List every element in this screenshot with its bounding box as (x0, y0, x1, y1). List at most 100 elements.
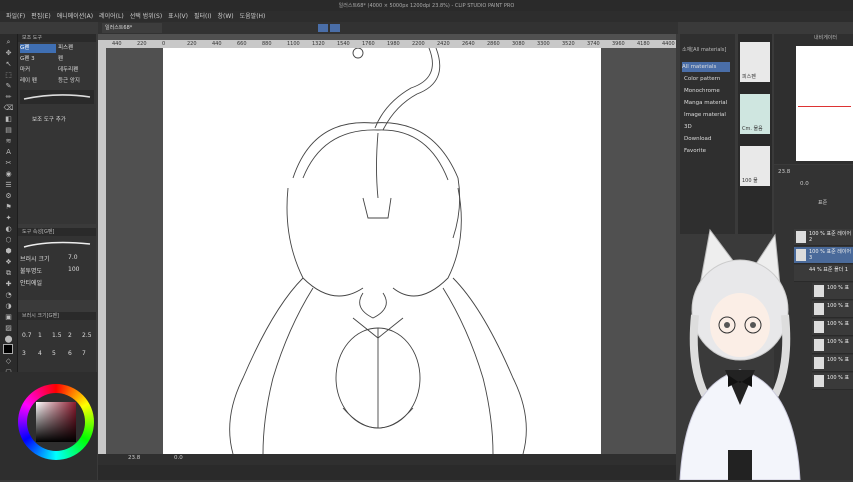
tool-icon[interactable]: ☰ (3, 181, 14, 190)
tool-icon[interactable]: ⧉ (3, 269, 14, 278)
navigator-header: 내비게이터 (814, 35, 838, 41)
angle-readout[interactable]: 0.0 (174, 455, 183, 461)
menu-item[interactable]: 필터(I) (194, 11, 212, 22)
ruler-mark: 880 (262, 41, 272, 47)
tool-icon[interactable]: ◑ (3, 302, 14, 311)
material-thumb-2[interactable]: Cm. 물음 (740, 94, 770, 134)
subtool-pispen[interactable]: 피스펜 (58, 44, 94, 53)
tool-icon[interactable]: ◔ (3, 291, 14, 300)
tool-icon[interactable]: ◧ (3, 115, 14, 124)
tool-icon[interactable]: ❖ (3, 258, 14, 267)
tool-icon[interactable]: ✥ (3, 49, 14, 58)
color-wheel-panel (0, 344, 97, 480)
size-6[interactable]: 6 (68, 350, 72, 357)
material-manga[interactable]: Manga material (684, 98, 727, 108)
subtool-gpen[interactable]: G펜 (20, 44, 56, 53)
tool-icon[interactable]: ▣ (3, 313, 14, 322)
menu-item[interactable]: 파일(F) (6, 11, 25, 22)
saturation-square[interactable] (36, 402, 76, 442)
subtool-round-pen[interactable]: 등근 앙지 (58, 77, 94, 86)
brush-stroke-preview[interactable] (20, 90, 94, 104)
ruler-mark: 3740 (587, 41, 600, 47)
subtool-pen[interactable]: 펜 (58, 55, 94, 64)
thumb-label-1: 피스펜 (742, 74, 756, 80)
size-1[interactable]: 1 (38, 332, 42, 339)
tool-icon[interactable]: ▨ (3, 324, 14, 333)
size-0.7[interactable]: 0.7 (22, 332, 32, 339)
material-monochrome[interactable]: Monochrome (684, 86, 720, 96)
tool-icon[interactable]: A (3, 148, 14, 157)
line-icon[interactable] (330, 24, 340, 32)
menu-item[interactable]: 표시(V) (168, 11, 188, 22)
tool-icon[interactable]: ✎ (3, 82, 14, 91)
menu-item[interactable]: 애니메이션(A) (57, 11, 93, 22)
tool-icon[interactable]: ⬤ (3, 335, 14, 344)
ruler-mark: 1100 (287, 41, 300, 47)
size-3[interactable]: 3 (22, 350, 26, 357)
tool-icon[interactable]: ⚙ (3, 192, 14, 201)
stabilizer-icon[interactable] (318, 24, 328, 32)
size-5[interactable]: 5 (52, 350, 56, 357)
opacity-value[interactable]: 100 (68, 266, 79, 273)
tool-icon[interactable]: ✏ (3, 93, 14, 102)
tool-icon[interactable]: ◐ (3, 225, 14, 234)
material-download[interactable]: Download (684, 134, 711, 144)
tool-icon[interactable]: ≋ (3, 137, 14, 146)
blend-mode[interactable]: 표준 (818, 199, 827, 206)
material-all[interactable]: All materials (682, 62, 730, 72)
zoom-readout[interactable]: 23.8 (128, 455, 140, 461)
size-1.5[interactable]: 1.5 (52, 332, 62, 339)
tool-icon[interactable]: ↖ (3, 60, 14, 69)
subtool-ray-pen[interactable]: 레이 펜 (20, 77, 56, 86)
tool-icon[interactable]: ⌫ (3, 104, 14, 113)
tool-icon[interactable]: ⬡ (3, 236, 14, 245)
menu-item[interactable]: 도움말(H) (240, 11, 266, 22)
size-2[interactable]: 2 (68, 332, 72, 339)
tool-icon[interactable]: ✂ (3, 159, 14, 168)
command-bar: 일러스트68* (98, 22, 678, 34)
tool-icon[interactable]: ⬚ (3, 71, 14, 80)
size-4[interactable]: 4 (38, 350, 42, 357)
ruler-mark: 2860 (487, 41, 500, 47)
subtool-border-pen[interactable]: 데두리펜 (58, 66, 94, 75)
layer-angle[interactable]: 0.0 (800, 181, 809, 187)
menu-item[interactable]: 선택 범위(S) (130, 11, 162, 22)
tool-icon[interactable]: ⚑ (3, 203, 14, 212)
size-7[interactable]: 7 (82, 350, 86, 357)
canvas-tab[interactable]: 일러스트68* (102, 23, 162, 33)
ruler-mark: 220 (137, 41, 147, 47)
add-subtool-button[interactable]: 보조 도구 추가 (32, 116, 66, 125)
menu-item[interactable]: 레이어(L) (99, 11, 124, 22)
menu-item[interactable]: 창(W) (218, 11, 234, 22)
materials-panel: 소재[All materials] All materials Color pa… (680, 34, 735, 234)
brush-size-header: 브러시 크기[G펜] (18, 312, 96, 320)
subtool-header: 보조 도구 (18, 34, 96, 42)
tool-icon[interactable]: ◉ (3, 170, 14, 179)
layer-name: 100 % 표 (827, 339, 850, 345)
ruler-mark: 1980 (387, 41, 400, 47)
ruler-mark: 3520 (562, 41, 575, 47)
material-favorite[interactable]: Favorite (684, 146, 706, 156)
ruler-mark: 1760 (362, 41, 375, 47)
main-color-swatch[interactable] (3, 344, 13, 354)
drawing-canvas[interactable] (163, 48, 601, 454)
material-3d[interactable]: 3D (684, 122, 692, 132)
tool-icon[interactable]: ⌕ (3, 38, 14, 47)
subtool-marker[interactable]: 마커 (20, 66, 56, 75)
menu-item[interactable]: 편집(E) (31, 11, 51, 22)
material-color-pattern[interactable]: Color pattern (684, 74, 720, 84)
size-2.5[interactable]: 2.5 (82, 332, 92, 339)
tool-icon[interactable]: ⬢ (3, 247, 14, 256)
layer-name: 100 % 표 (827, 285, 850, 291)
brush-size-value[interactable]: 7.0 (68, 254, 78, 261)
material-thumb-3[interactable]: 100 물 (740, 146, 770, 186)
subtool-gpen3[interactable]: G펜 3 (20, 55, 56, 64)
tool-icon[interactable]: ✚ (3, 280, 14, 289)
material-image[interactable]: Image material (684, 110, 726, 120)
material-thumb-1[interactable]: 피스펜 (740, 42, 770, 82)
tool-icon[interactable]: ✦ (3, 214, 14, 223)
tool-icon[interactable]: ▤ (3, 126, 14, 135)
navigator-preview[interactable] (796, 46, 853, 161)
layer-zoom[interactable]: 23.8 (778, 169, 790, 175)
tool-icon[interactable]: ◇ (3, 357, 14, 366)
